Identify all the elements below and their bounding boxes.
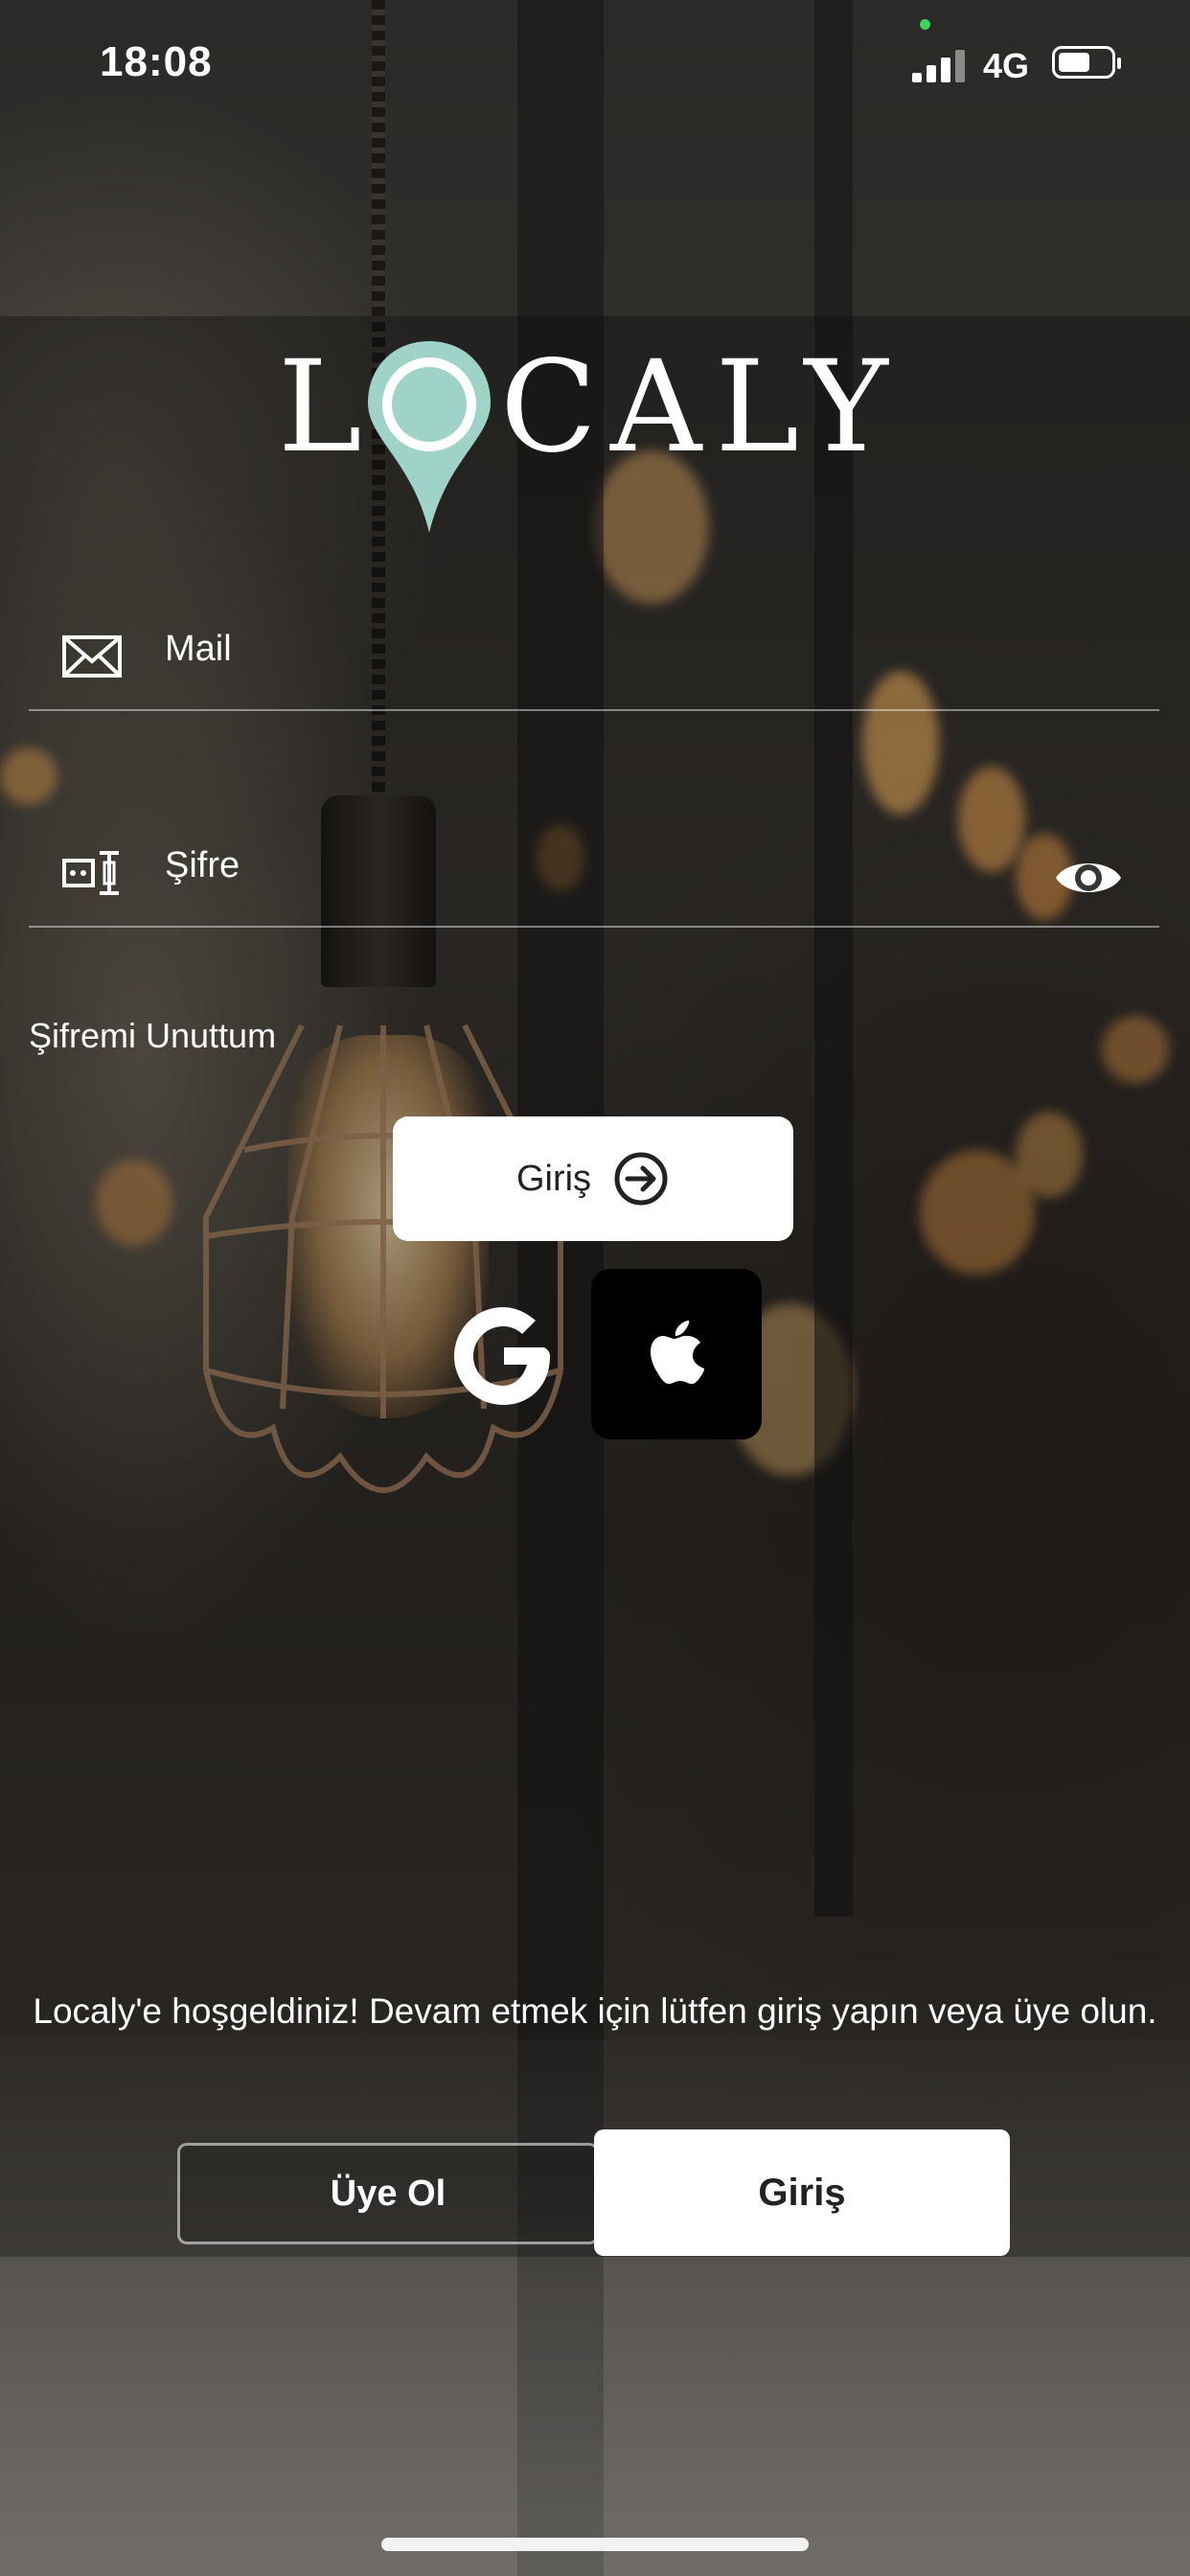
- battery-icon: [1052, 46, 1121, 79]
- signup-button[interactable]: Üye Ol: [177, 2143, 599, 2244]
- logo-text-left: L: [278, 334, 376, 481]
- login-button-label: Giriş: [515, 1158, 592, 1199]
- forgot-password-link[interactable]: Şifremi Unuttum: [29, 1016, 276, 1056]
- apple-logo-icon: [651, 1321, 704, 1384]
- show-password-eye-icon[interactable]: [1054, 843, 1123, 912]
- email-label: Mail: [165, 629, 232, 669]
- google-g-icon[interactable]: [450, 1303, 556, 1409]
- signal-strength-icon: [912, 50, 968, 82]
- sign-in-arrow-icon: [614, 1152, 668, 1206]
- login-tab-button[interactable]: Giriş: [594, 2129, 1010, 2256]
- login-button[interactable]: Giriş: [393, 1116, 793, 1241]
- network-type: 4G: [983, 46, 1030, 85]
- status-bar: 18:08 4G: [0, 0, 1190, 134]
- password-icon: [62, 851, 119, 895]
- welcome-message: Localy'e hoşgeldiniz! Devam etmek için l…: [33, 1991, 1157, 2031]
- apple-signin-button[interactable]: [591, 1269, 762, 1439]
- app-logo: L CALY: [278, 335, 910, 546]
- email-field[interactable]: Mail: [29, 604, 1159, 711]
- password-field[interactable]: Şifre: [29, 820, 1159, 928]
- logo-text-right: CALY: [500, 334, 902, 481]
- home-indicator[interactable]: [381, 2538, 809, 2551]
- password-label: Şifre: [165, 845, 240, 886]
- location-pin-icon: [368, 341, 491, 533]
- status-time: 18:08: [100, 38, 213, 85]
- camera-indicator-icon: [920, 19, 930, 30]
- mail-icon: [62, 635, 122, 678]
